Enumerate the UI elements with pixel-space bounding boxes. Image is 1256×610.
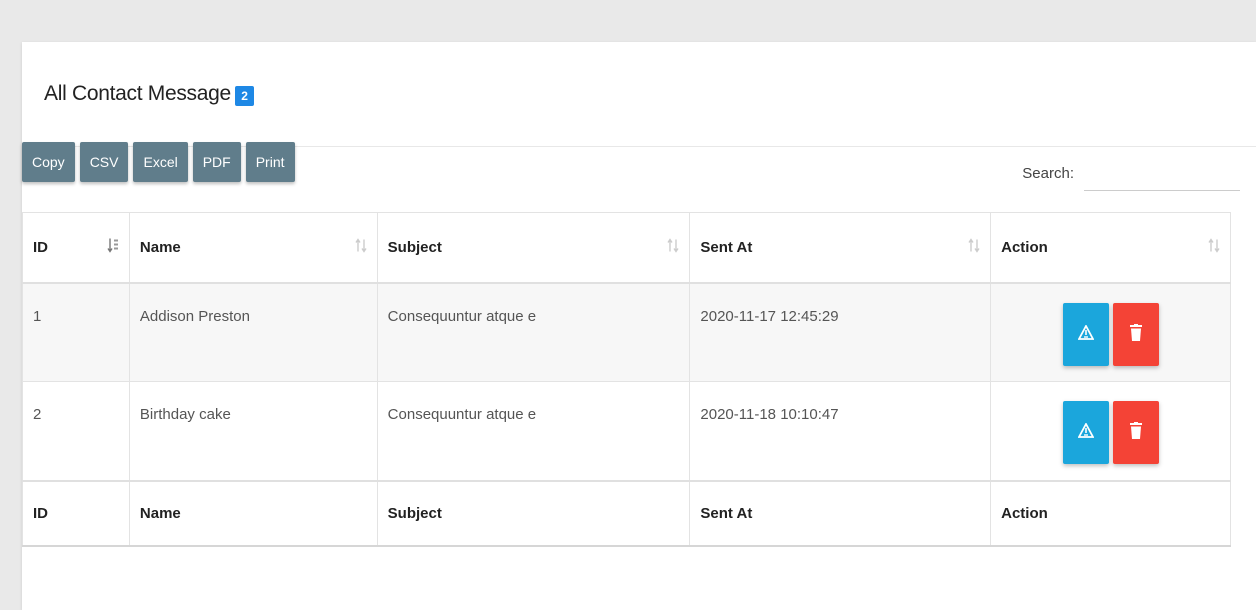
footer-action: Action [990, 479, 1231, 547]
column-header-label: Sent At [700, 238, 753, 256]
message-count-badge: 2 [234, 86, 254, 106]
warning-triangle-icon [1077, 422, 1095, 442]
footer-id: ID [22, 479, 130, 547]
footer-sent-at: Sent At [689, 479, 992, 547]
footer-subject: Subject [376, 479, 691, 547]
view-message-button[interactable] [1062, 401, 1109, 464]
table-footer-row: ID Name Subject Sent At Action [22, 479, 1231, 547]
warning-triangle-icon [1077, 323, 1095, 344]
trash-icon [1129, 323, 1142, 345]
cell-id: 1 [22, 282, 130, 382]
column-header-subject[interactable]: Subject [376, 212, 691, 284]
cell-actions [990, 381, 1231, 481]
column-header-label: Subject [387, 238, 442, 256]
row-actions [1001, 401, 1220, 464]
excel-button[interactable]: Excel [133, 142, 188, 182]
search-label: Search: [1022, 164, 1074, 182]
cell-actions [990, 282, 1231, 382]
sort-icon [968, 238, 980, 257]
page-title: All Contact Message 2 [44, 82, 254, 106]
sort-icon [355, 238, 367, 257]
cell-id: 2 [22, 381, 130, 481]
view-message-button[interactable] [1062, 302, 1109, 366]
column-header-name[interactable]: Name [128, 212, 378, 284]
cell-sent-at: 2020-11-18 10:10:47 [689, 381, 992, 481]
card-header: All Contact Message 2 [22, 42, 1256, 147]
cell-subject: Consequuntur atque e [376, 282, 691, 382]
table-header-row: ID Name Subject Sent At Action [22, 212, 1231, 284]
search-input[interactable] [1084, 155, 1240, 191]
sort-icon [667, 238, 679, 257]
copy-button[interactable]: Copy [22, 142, 75, 182]
csv-button[interactable]: CSV [79, 142, 129, 182]
column-header-sent-at[interactable]: Sent At [689, 212, 992, 284]
cell-sent-at: 2020-11-17 12:45:29 [689, 282, 992, 382]
delete-message-button[interactable] [1112, 401, 1159, 464]
row-actions [1001, 302, 1220, 366]
sort-ascending-icon [107, 238, 119, 257]
column-header-id[interactable]: ID [22, 212, 130, 284]
pdf-button[interactable]: PDF [192, 142, 241, 182]
column-header-label: Action [1001, 238, 1048, 256]
column-header-action[interactable]: Action [990, 212, 1231, 284]
cell-name: Birthday cake [128, 381, 378, 481]
delete-message-button[interactable] [1112, 302, 1159, 366]
table-row: 1 Addison Preston Consequuntur atque e 2… [22, 282, 1231, 382]
cell-subject: Consequuntur atque e [376, 381, 691, 481]
column-header-label: Name [139, 238, 181, 256]
footer-name: Name [128, 479, 378, 547]
search-box: Search: [1022, 155, 1240, 191]
trash-icon [1129, 422, 1142, 443]
column-header-label: ID [33, 238, 48, 256]
messages-table: ID Name Subject Sent At Action 1 Addison… [22, 212, 1231, 547]
table-row: 2 Birthday cake Consequuntur atque e 202… [22, 381, 1231, 481]
cell-name: Addison Preston [128, 282, 378, 382]
page-title-text: All Contact Message [44, 82, 231, 105]
export-toolbar: Copy CSV Excel PDF Print [22, 142, 295, 182]
print-button[interactable]: Print [245, 142, 295, 182]
sort-icon [1208, 238, 1220, 257]
